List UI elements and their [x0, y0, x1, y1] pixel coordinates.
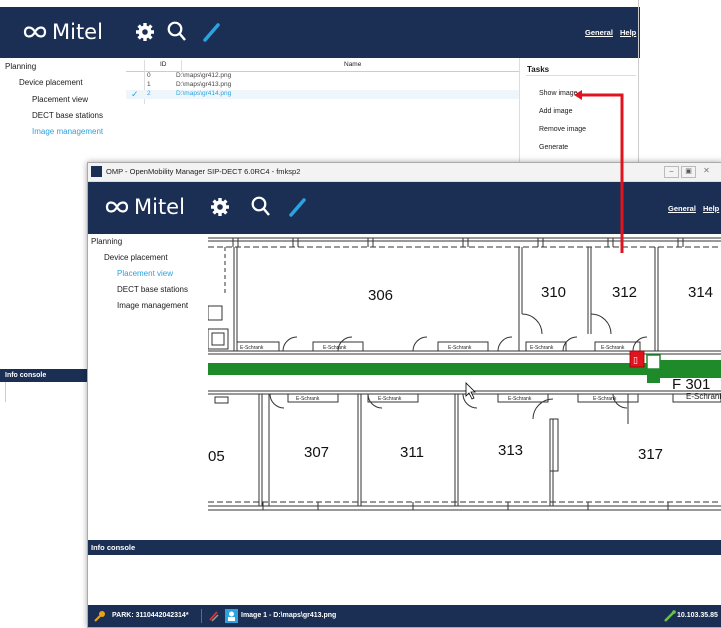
tree-planning[interactable]: Planning: [5, 62, 36, 71]
room-312: 312: [612, 284, 637, 301]
close-button[interactable]: ✕: [700, 166, 713, 176]
cabinet-label: E-Schrank: [530, 345, 554, 351]
tree-device-placement[interactable]: Device placement: [19, 78, 83, 87]
room-313: 313: [498, 442, 523, 459]
tree-dect-base-stations[interactable]: DECT base stations: [32, 111, 103, 120]
row-id: 2: [147, 90, 151, 97]
pencil-icon[interactable]: [289, 197, 307, 217]
info-console-body[interactable]: [88, 555, 721, 606]
table-row[interactable]: 1 D:\maps\gr413.png: [126, 81, 519, 89]
nav-general[interactable]: General: [585, 28, 613, 37]
cabinet-label: E-Schrank: [593, 396, 617, 402]
ip-address: 10.103.35.85: [677, 612, 718, 619]
app-icon: [91, 166, 102, 177]
task-add-image[interactable]: Add image: [539, 108, 572, 115]
row-id: 1: [147, 81, 151, 88]
svg-text:▯: ▯: [633, 356, 638, 366]
window-title: OMP - OpenMobility Manager SIP-DECT 6.0R…: [106, 167, 301, 176]
park-status: PARK: 3110442042314*: [112, 612, 189, 619]
row-name: D:\maps\gr412.png: [176, 72, 232, 79]
corridor-label: F 301: [672, 376, 710, 393]
cabinet-label: E-Schrank: [378, 396, 402, 402]
cabinet-label: E-Schrank: [323, 345, 347, 351]
col-name-header[interactable]: Name: [344, 61, 361, 68]
cabinet-label: E-Schrank: [508, 396, 532, 402]
table-header: ID Name: [126, 60, 519, 104]
room-05: 05: [208, 448, 225, 465]
person-icon[interactable]: [225, 609, 238, 623]
cabinet-label: E-Schrank: [296, 396, 320, 402]
tree-image-management[interactable]: Image management: [32, 127, 103, 136]
room-317: 317: [638, 446, 663, 463]
row-id: 0: [147, 72, 151, 79]
image-table: ID Name 0 D:\maps\gr412.png 1 D:\maps\gr…: [126, 60, 519, 104]
tree-image-management[interactable]: Image management: [117, 301, 188, 310]
user-icon[interactable]: [208, 610, 220, 622]
image-status: Image 1 - D:\maps\gr413.png: [241, 612, 337, 619]
row-name: D:\maps\gr413.png: [176, 81, 232, 88]
mitel-logo-icon: [105, 201, 129, 213]
back-header: Mitel General Help: [0, 7, 640, 58]
front-info-console-header: Info console: [88, 540, 721, 555]
annotation-arrow: [574, 90, 624, 253]
gear-icon[interactable]: [135, 22, 155, 42]
table-row-selected[interactable]: ✓ 2 D:\maps\gr414.png: [126, 89, 519, 100]
room-311: 311: [400, 444, 424, 461]
col-id-header[interactable]: ID: [160, 61, 167, 68]
front-sidebar: Planning Device placement Placement view…: [88, 234, 208, 540]
cabinet-label: E-Schrank: [240, 345, 264, 351]
cabinet-label-large: E-Schrank: [686, 392, 721, 401]
cabinet-label: E-Schrank: [448, 345, 472, 351]
floor-plan-drawing: ▯ E-Schrank E-Schrank E-Schrank E-Schran…: [208, 237, 721, 511]
mitel-logo: Mitel: [104, 195, 185, 219]
tree-planning[interactable]: Planning: [91, 237, 122, 246]
mouse-cursor-icon: [465, 382, 476, 400]
mitel-logo: Mitel: [22, 20, 103, 44]
search-icon[interactable]: [167, 21, 187, 42]
tasks-title: Tasks: [527, 65, 550, 74]
floor-plan[interactable]: ▯ E-Schrank E-Schrank E-Schrank E-Schran…: [208, 234, 721, 540]
back-sidebar: Planning Device placement Placement view…: [0, 58, 125, 178]
checkmark-icon[interactable]: ✓: [131, 89, 139, 100]
tree-dect-base-stations[interactable]: DECT base stations: [117, 285, 188, 294]
nav-general[interactable]: General: [668, 204, 696, 213]
connection-icon: [664, 610, 676, 622]
tree-placement-view[interactable]: Placement view: [117, 269, 173, 278]
nav-help[interactable]: Help: [703, 204, 719, 213]
nav-help[interactable]: Help: [620, 28, 636, 37]
back-info-console: Info console: [0, 369, 88, 382]
row-name: D:\maps\gr414.png: [176, 90, 232, 97]
search-icon[interactable]: [251, 196, 271, 217]
table-row[interactable]: 0 D:\maps\gr412.png: [126, 72, 519, 80]
gear-icon[interactable]: [210, 197, 230, 217]
pencil-icon[interactable]: [203, 22, 221, 42]
mitel-logo-icon: [23, 26, 47, 38]
room-307: 307: [304, 444, 329, 461]
cabinet-label: E-Schrank: [601, 345, 625, 351]
minimize-button[interactable]: –: [664, 166, 679, 178]
tree-device-placement[interactable]: Device placement: [104, 253, 168, 262]
tree-placement-view[interactable]: Placement view: [32, 95, 88, 104]
status-bar: PARK: 3110442042314* Image 1 - D:\maps\g…: [88, 605, 721, 627]
room-310: 310: [541, 284, 566, 301]
key-icon[interactable]: [94, 610, 106, 622]
room-314: 314: [688, 284, 713, 301]
room-306: 306: [368, 287, 393, 304]
task-generate[interactable]: Generate: [539, 144, 568, 151]
maximize-button[interactable]: ▣: [681, 166, 696, 178]
